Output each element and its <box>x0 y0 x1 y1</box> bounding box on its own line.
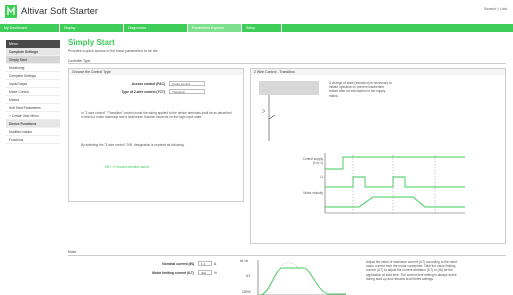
nominal-current-input[interactable]: 1.4 <box>198 261 212 266</box>
sidebar-item-motor-control[interactable]: Motor Control <box>6 88 60 96</box>
control-supply-trace <box>325 156 465 170</box>
choose-control-panel: Choose the Control Type Access control (… <box>68 68 244 202</box>
app-title: Altivar Soft Starter <box>21 6 99 17</box>
sidebar-item-soft-start-parameters[interactable]: Soft Start Parameters <box>6 104 60 112</box>
tab-my-dashboard[interactable]: My Dashboard <box>0 24 60 32</box>
tab-diagnostics[interactable]: Diagnostics <box>124 24 188 32</box>
nominal-current-label: Nominal current (IN) <box>162 262 194 266</box>
dir-paragraph: By selecting the "3-wire control" DIR, d… <box>81 143 185 147</box>
access-control-label: Access control (FAC) <box>131 82 165 86</box>
top-bar: Altivar Soft Starter Search | Link <box>0 0 513 24</box>
sidebar-item-create-user-menu[interactable]: + Create User Menu <box>6 112 60 120</box>
signal-label-li: LI <box>320 175 323 179</box>
wiring-diagram <box>259 81 319 141</box>
wire-control-panel: 2 Wire Control - Transition A change of … <box>250 68 506 244</box>
sidebar-group-complete-settings[interactable]: Complete Settings <box>6 48 60 56</box>
page-title: Simply Start <box>68 38 115 47</box>
sidebar-menu-header[interactable]: Menu <box>6 40 60 48</box>
sidebar-item-modified-values[interactable]: Modified values <box>6 128 60 136</box>
wire-control-text: A change of state (transition) is necess… <box>329 81 392 98</box>
limiting-current-label: Motor limiting current (ILT) <box>152 271 194 275</box>
tab-setup[interactable]: Setup <box>242 24 282 32</box>
wire-control-title: 2 Wire Control - Transition <box>251 69 505 75</box>
chart-y-axis-label: Id / In <box>240 259 249 263</box>
sidebar-item-complete-settings[interactable]: Complete Settings <box>6 72 60 80</box>
ideal-curve <box>259 262 301 295</box>
wire-control-type-label: Type of 2-wire control (TCT) <box>121 90 165 94</box>
sidebar-item-motors[interactable]: Motors <box>6 96 60 104</box>
chart-100-label: 100% <box>242 290 251 294</box>
sidebar-item-monitoring[interactable]: Monitoring <box>6 64 60 72</box>
sidebar-item-functions[interactable]: Functions <box>6 136 60 144</box>
terminal-arrow-icon <box>261 108 266 114</box>
limiting-current-unit: % <box>214 271 217 275</box>
tab-display[interactable]: Display <box>60 24 124 32</box>
device-terminal-block <box>259 81 319 95</box>
main-content: Simply Start Provides a quick access to … <box>64 34 507 295</box>
signal-label-motor: Motor velocity <box>303 191 323 195</box>
limiting-current-input[interactable]: 400 <box>198 270 212 275</box>
top-right-links[interactable]: Search | Link <box>484 6 507 11</box>
section-header-motor: Motor <box>68 250 506 256</box>
sidebar: Menu Complete Settings Simply Start Moni… <box>6 40 60 144</box>
sidebar-item-input-output[interactable]: Input/Output <box>6 80 60 88</box>
sidebar-item-simply-start[interactable]: Simply Start <box>6 56 60 64</box>
sidebar-group-device-functions[interactable]: Device Functions <box>6 120 60 128</box>
timing-diagram <box>324 153 465 214</box>
switch-contact-icon <box>268 114 276 120</box>
page-description: Provides a quick access to the basic par… <box>68 49 159 53</box>
main-tabs: My Dashboard Display Diagnostics Paramet… <box>0 24 513 32</box>
forward-direction-link[interactable]: DIR = Forward direction active <box>105 165 149 169</box>
control-mode-paragraph: In "2-wire control" "Transition" control… <box>81 111 232 120</box>
signal-label-control: Control supply (0 or 1) <box>302 157 323 166</box>
motor-velocity-trace <box>325 196 465 208</box>
nominal-current-unit: A <box>214 262 217 266</box>
current-limit-chart <box>257 260 346 295</box>
current-curve <box>259 267 346 295</box>
section-header-controller-type: Controller Type <box>68 59 506 64</box>
li-trace <box>325 176 465 188</box>
app-logo-icon <box>5 5 17 18</box>
motor-description: Adjust the value of maximum current (ILT… <box>366 260 457 281</box>
chart-ilt-label: ILT <box>246 274 251 278</box>
choose-control-title: Choose the Control Type <box>69 69 243 75</box>
wire-control-type-select[interactable]: Transition <box>169 89 205 94</box>
access-control-select[interactable]: 2-wire control <box>169 81 205 86</box>
tab-parameters-explorer[interactable]: Parameters Explorer <box>188 24 242 32</box>
